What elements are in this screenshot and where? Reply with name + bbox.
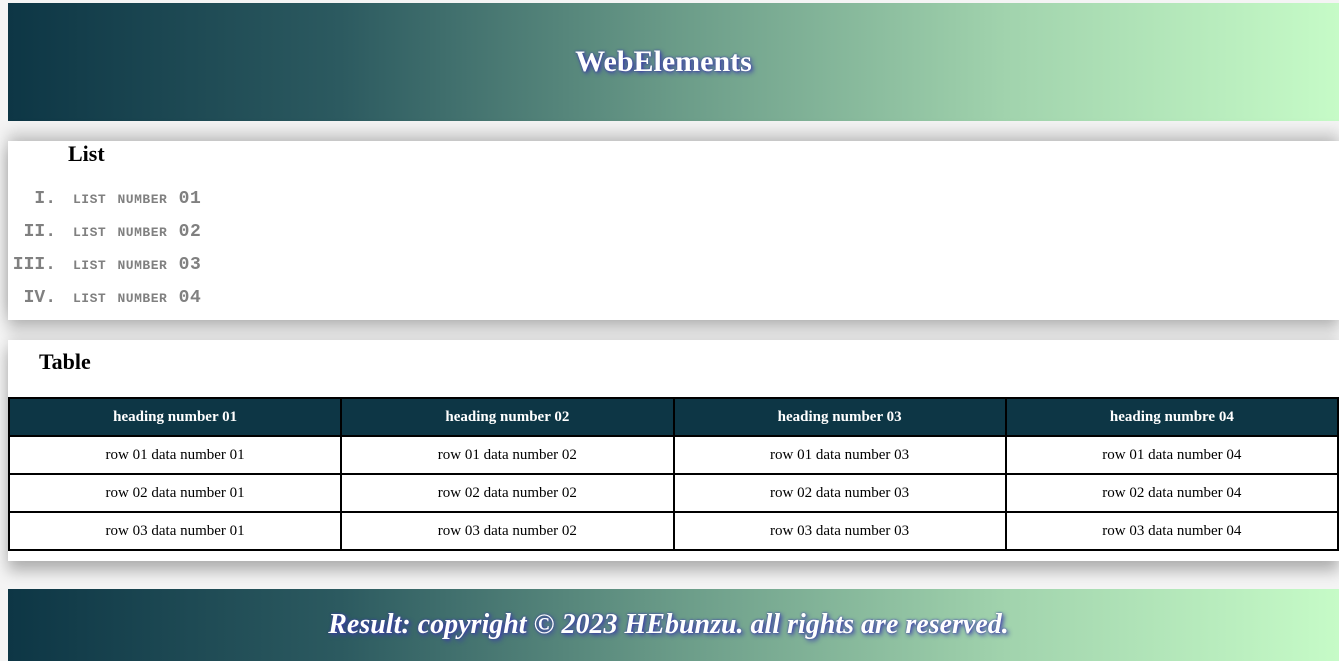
page-footer: Result: copyright © 2023 HEbunzu. all ri… xyxy=(8,589,1339,661)
table-row: row 01 data number 01 row 01 data number… xyxy=(7,435,1339,475)
table-cell: row 02 data number 03 xyxy=(672,473,1007,513)
copyright-text: Result: copyright © 2023 HEbunzu. all ri… xyxy=(328,609,1009,640)
page-header: WebElements xyxy=(8,3,1339,121)
table-heading: Table xyxy=(39,349,91,374)
list-item-number: 04 xyxy=(178,288,202,308)
list-heading: List xyxy=(68,141,105,166)
table-cell: row 03 data number 02 xyxy=(340,511,675,551)
column-header: heading number 01 xyxy=(7,397,343,437)
list-item-number: 03 xyxy=(178,255,202,275)
table-cell: row 03 data number 01 xyxy=(7,511,343,551)
list-item-marker: III. xyxy=(12,255,56,275)
list-item-marker: I. xyxy=(34,189,56,209)
table-cell: row 02 data number 04 xyxy=(1004,473,1339,513)
table-section: Table heading number 01 heading number 0… xyxy=(7,340,1339,561)
list-item-label: list number 02 xyxy=(73,222,202,242)
ordered-list: I. list number 01 II. list number 02 III… xyxy=(8,189,201,321)
list-item: IV. list number 04 xyxy=(8,288,201,321)
table-row: row 02 data number 01 row 02 data number… xyxy=(7,473,1339,513)
table-cell: row 02 data number 01 xyxy=(7,473,343,513)
table-cell: row 01 data number 02 xyxy=(340,435,675,475)
list-item-number: 02 xyxy=(178,222,202,242)
table-cell: row 03 data number 03 xyxy=(672,511,1007,551)
list-item: II. list number 02 xyxy=(8,222,201,255)
column-header: heading number 03 xyxy=(672,397,1007,437)
column-header: heading numbre 04 xyxy=(1004,397,1339,437)
list-item-marker: II. xyxy=(23,222,56,242)
list-section: List I. list number 01 II. list number 0… xyxy=(8,141,1339,320)
table-header-row: heading number 01 heading number 02 head… xyxy=(7,397,1339,437)
table-cell: row 01 data number 04 xyxy=(1004,435,1339,475)
page-title: WebElements xyxy=(575,45,752,78)
list-item: I. list number 01 xyxy=(8,189,201,222)
list-item-label: list number 01 xyxy=(73,189,202,209)
table-row: row 03 data number 01 row 03 data number… xyxy=(7,511,1339,551)
list-item-label: list number 03 xyxy=(73,255,202,275)
page: WebElements List I. list number 01 II. l… xyxy=(0,0,1339,661)
column-header: heading number 02 xyxy=(340,397,675,437)
list-item-number: 01 xyxy=(178,189,202,209)
table-cell: row 03 data number 04 xyxy=(1004,511,1339,551)
list-item-label: list number 04 xyxy=(73,288,202,308)
list-item-marker: IV. xyxy=(23,288,56,308)
data-table: heading number 01 heading number 02 head… xyxy=(7,397,1339,551)
table-cell: row 01 data number 03 xyxy=(672,435,1007,475)
table-cell: row 01 data number 01 xyxy=(7,435,343,475)
list-item: III. list number 03 xyxy=(8,255,201,288)
table-cell: row 02 data number 02 xyxy=(340,473,675,513)
